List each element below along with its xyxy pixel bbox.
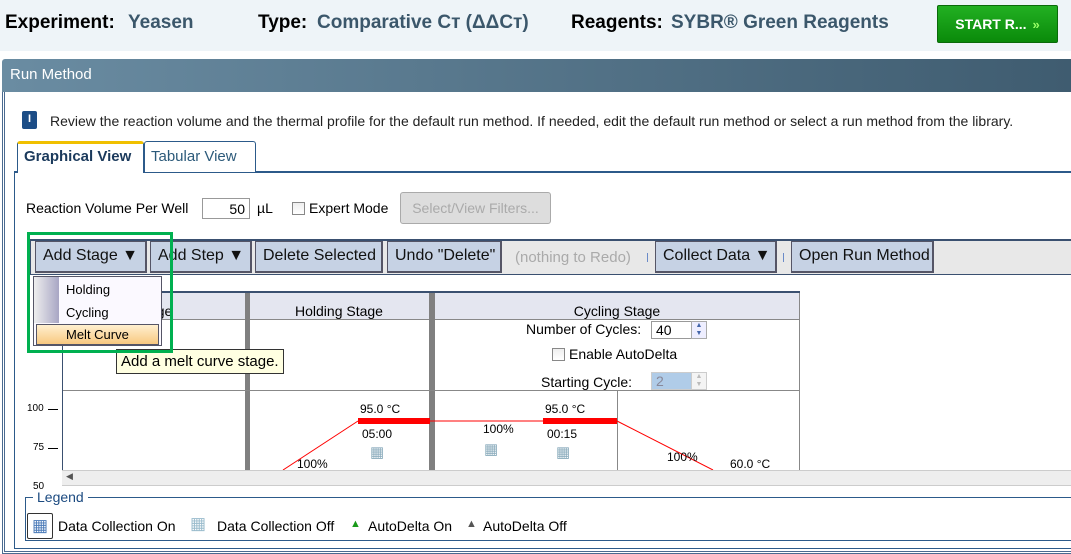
cycling-temp-1[interactable]: 95.0 °C — [545, 402, 585, 416]
cycling-temp-2[interactable]: 60.0 °C — [730, 457, 770, 471]
cycling-ramp-rate-1[interactable]: 100% — [483, 422, 514, 436]
data-collection-off-icon[interactable]: ▦ — [370, 443, 384, 461]
legend-autodelta-on: AutoDelta On — [368, 518, 453, 534]
holding-ramp-rate[interactable]: 100% — [297, 457, 328, 471]
scroll-left-icon[interactable]: ◀ — [66, 471, 73, 482]
holding-temp[interactable]: 95.0 °C — [360, 402, 400, 416]
data-collection-off-icon[interactable]: ▦ — [484, 440, 498, 458]
cycling-ramp-rate-2[interactable]: 100% — [667, 450, 698, 464]
legend-title: Legend — [33, 489, 88, 505]
selection-highlight-box — [27, 232, 173, 353]
denature-step-bar[interactable] — [543, 418, 617, 424]
autodelta-off-icon: ▲ — [466, 518, 477, 530]
legend-data-collection-off: Data Collection Off — [217, 518, 335, 534]
ramp-line — [616, 420, 714, 470]
legend-data-collection-on: Data Collection On — [58, 518, 176, 534]
data-collection-off-icon[interactable]: ▦ — [556, 443, 570, 461]
tab-graphical-view[interactable]: Graphical View — [17, 141, 144, 173]
holding-step-bar[interactable] — [358, 418, 430, 424]
autodelta-on-icon: ▲ — [350, 518, 361, 530]
legend-autodelta-off: AutoDelta Off — [483, 518, 567, 534]
holding-time[interactable]: 05:00 — [362, 427, 392, 441]
data-collection-off-icon: ▦ — [190, 514, 207, 533]
horizontal-scrollbar[interactable]: ◀ — [62, 470, 1071, 486]
data-collection-on-icon: ▦ — [27, 513, 53, 539]
cycling-time-1[interactable]: 00:15 — [547, 427, 577, 441]
